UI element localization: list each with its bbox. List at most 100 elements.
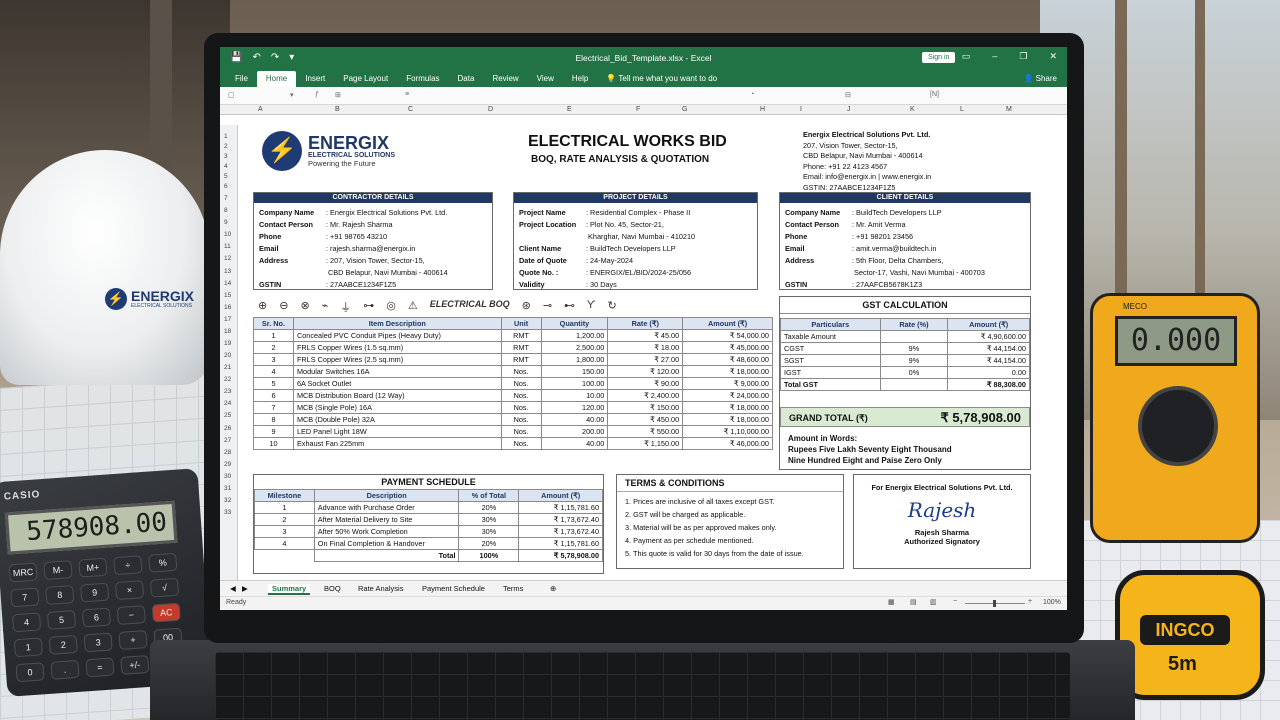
table-cell[interactable]: ₹ 48,600.00 [682,353,773,366]
field-value[interactable]: : 30 Days [586,280,617,289]
boq-col-header[interactable]: Quantity [540,317,609,330]
table-row[interactable]: 5 6A Socket Outlet Nos. 100.00 ₹ 90.00 ₹ 9,00… [253,377,773,390]
column-header[interactable]: H [760,106,765,113]
maximize-icon[interactable]: ❐ [1019,51,1027,62]
clipboard-icon[interactable]: ▢ [228,91,235,99]
row-header[interactable]: 22 [224,376,231,383]
table-cell[interactable]: ₹ 45,000.00 [682,341,773,354]
row-header[interactable]: 23 [224,388,231,395]
field-value[interactable]: : ENERGIX/EL/BID/2024-25/056 [586,268,691,277]
table-cell[interactable]: ₹ 1,73,672.40 [518,513,603,526]
table-row[interactable]: 3 FRLS Copper Wires (2.5 sq.mm) RMT 1,800.0… [253,353,773,366]
row-header[interactable]: 25 [224,412,231,419]
row-header[interactable]: 32 [224,497,231,504]
tab-review[interactable]: Review [483,74,527,87]
tab-insert[interactable]: Insert [296,74,334,87]
table-cell[interactable]: After 50% Work Completion [313,525,460,538]
sheet-tab-rate-analysis[interactable]: Rate Analysis [358,584,403,593]
field-value[interactable]: : 27AAFCB5678K1Z3 [852,280,922,289]
row-header[interactable]: 30 [224,473,231,480]
table-row[interactable]: 2 FRLS Copper Wires (1.5 sq.mm) RMT 2,500.0… [253,341,773,354]
table-cell[interactable]: 150.00 [540,365,609,378]
table-cell[interactable]: 1 [253,329,294,342]
table-row[interactable]: 9 LED Panel Light 18W Nos. 200.00 ₹ 550.00 ₹ … [253,425,773,438]
row-header[interactable]: 13 [224,268,231,275]
table-cell[interactable]: LED Panel Light 18W [292,425,502,438]
table-cell[interactable]: 100.00 [540,377,609,390]
zoom-out-icon[interactable]: − [953,598,957,605]
table-cell[interactable]: CGST [780,342,881,355]
column-header[interactable]: M [1006,106,1012,113]
row-header[interactable]: 10 [224,231,231,238]
table-cell[interactable]: IGST [780,366,881,379]
table-cell[interactable]: 9% [879,354,949,367]
table-cell[interactable]: FRLS Copper Wires (1.5 sq.mm) [292,341,502,354]
table-cell[interactable]: 1 [254,501,315,514]
table-cell[interactable]: ₹ 44,154.00 [947,342,1030,355]
table-cell[interactable]: ₹ 1,10,000.00 [682,425,773,438]
tab-page-layout[interactable]: Page Layout [334,74,397,87]
table-cell[interactable]: ₹ 450.00 [607,413,684,426]
table-cell[interactable]: Nos. [500,425,542,438]
table-cell[interactable]: ₹ 9,000.00 [682,377,773,390]
table-cell[interactable]: RMT [500,329,542,342]
table-cell[interactable]: ₹ 1,15,781.60 [518,501,603,514]
field-value[interactable]: : 5th Floor, Delta Chambers, [852,256,943,265]
row-header[interactable]: 27 [224,437,231,444]
column-header[interactable]: L [960,106,964,113]
table-cell[interactable]: Concealed PVC Conduit Pipes (Heavy Duty) [292,329,502,342]
payment-total-row[interactable]: Total 100% ₹ 5,78,908.00 [255,549,603,562]
table-cell[interactable]: ₹ 45.00 [607,329,684,342]
table-cell[interactable]: 1,800.00 [540,353,609,366]
ribbon-display-icon[interactable]: ▭ [962,51,971,62]
boq-col-header[interactable]: Rate (₹) [607,317,684,330]
table-cell[interactable] [879,378,949,391]
row-header[interactable]: 9 [224,219,228,226]
sheet-tab-terms[interactable]: Terms [503,584,523,593]
grand-total-row[interactable]: GRAND TOTAL (₹) ₹ 5,78,908.00 [780,407,1030,427]
table-cell[interactable]: Advance with Purchase Order [313,501,460,514]
table-cell[interactable]: ₹ 27.00 [607,353,684,366]
table-cell[interactable]: Modular Switches 16A [292,365,502,378]
table-cell[interactable]: 1,200.00 [540,329,609,342]
column-header[interactable]: I [800,106,802,113]
table-cell[interactable]: ₹ 24,000.00 [682,389,773,402]
table-cell[interactable]: 0.00 [947,366,1030,379]
tab-file[interactable]: File [226,74,257,87]
table-row[interactable]: SGST 9% ₹ 44,154.00 [780,354,1030,367]
row-header[interactable]: 24 [224,400,231,407]
table-cell[interactable]: ₹ 2,400.00 [607,389,684,402]
gst-col-header[interactable]: Rate (%) [879,318,949,331]
row-header[interactable]: 12 [224,255,231,262]
table-cell[interactable]: ₹ 18,000.00 [682,413,773,426]
table-cell[interactable]: 40.00 [540,437,609,450]
table-cell[interactable]: SGST [780,354,881,367]
table-cell[interactable]: 20% [458,501,520,514]
row-header[interactable]: 4 [224,163,228,170]
row-header[interactable]: 6 [224,183,228,190]
table-cell[interactable]: ₹ 44,154.00 [947,354,1030,367]
table-cell[interactable]: 3 [253,353,294,366]
table-cell[interactable]: 8 [253,413,294,426]
field-value[interactable]: : BuildTech Developers LLP [586,244,676,253]
font-icon[interactable]: ƒ [315,91,319,98]
table-cell[interactable]: Total GST [780,378,881,391]
table-row[interactable]: 4 Modular Switches 16A Nos. 150.00 ₹ 120.00 ₹… [253,365,773,378]
table-cell[interactable]: ₹ 4,90,600.00 [947,330,1030,343]
column-header[interactable]: A [258,106,263,113]
table-row[interactable]: 2 After Material Delivery to Site 30% ₹ 1,7… [254,513,603,526]
table-cell[interactable]: 5 [253,377,294,390]
gst-col-header[interactable]: Particulars [780,318,881,331]
zoom-in-icon[interactable]: + [1028,598,1032,605]
row-header[interactable]: 1 [224,133,228,140]
table-cell[interactable]: Nos. [500,377,542,390]
tab-formulas[interactable]: Formulas [397,74,448,87]
row-header[interactable]: 16 [224,304,231,311]
table-cell[interactable]: On Final Completion & Handover [313,537,460,550]
page-layout-view-icon[interactable]: ▤ [910,598,917,606]
table-cell[interactable]: Nos. [500,389,542,402]
sheet-tab-boq[interactable]: BOQ [324,584,341,593]
table-row[interactable]: Total GST ₹ 88,308.00 [780,378,1030,391]
table-cell[interactable]: MCB (Single Pole) 16A [292,401,502,414]
table-cell[interactable]: 6A Socket Outlet [292,377,502,390]
